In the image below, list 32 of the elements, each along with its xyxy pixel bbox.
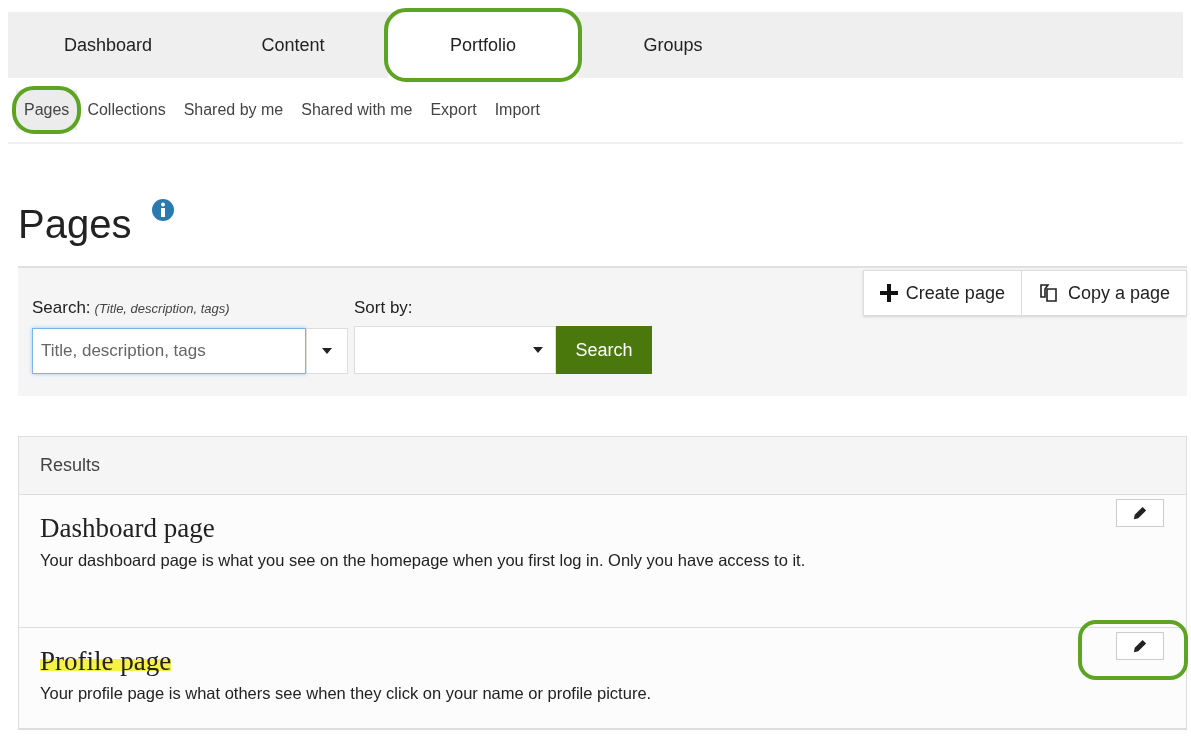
plus-icon xyxy=(879,284,898,302)
sort-label: Sort by: xyxy=(354,296,414,319)
search-hint: (Title, description, tags) xyxy=(94,299,230,318)
nav-tab[interactable]: Groups xyxy=(578,12,768,78)
search-label: Search: xyxy=(32,296,91,319)
result-title: Dashboard page xyxy=(40,512,215,545)
nav-tab[interactable]: Content xyxy=(198,12,388,78)
page-title: Pages xyxy=(18,204,132,244)
edit-button[interactable] xyxy=(1116,499,1164,527)
results-header: Results xyxy=(19,437,1186,495)
sub-nav-tab[interactable]: Collections xyxy=(79,90,174,130)
nav-tab[interactable]: Dashboard xyxy=(18,12,198,78)
dropdown-toggle[interactable] xyxy=(306,328,348,374)
sub-nav-tab[interactable]: Export xyxy=(422,90,485,130)
create-page-button[interactable]: Create page xyxy=(863,271,1021,315)
copy-page-button[interactable]: Copy a page xyxy=(1020,271,1186,315)
copy-icon xyxy=(1037,282,1060,304)
result-description: Your dashboard page is what you see on the homepage when you first log in. Only you have access to it. xyxy=(40,550,807,571)
sub-nav-tab[interactable]: Import xyxy=(486,90,548,130)
nav-tab[interactable]: Portfolio xyxy=(388,12,578,78)
sub-nav-tab[interactable]: Shared by me xyxy=(175,90,292,130)
pencil-icon xyxy=(1133,506,1147,520)
sub-nav-tab[interactable]: Shared with me xyxy=(293,90,421,130)
caret-icon xyxy=(322,348,332,354)
sub-nav-tab[interactable]: Pages xyxy=(16,90,78,130)
pencil-icon xyxy=(1133,639,1147,653)
result-description: Your profile page is what others see when they click on your name or profile picture. xyxy=(40,683,653,704)
search-field[interactable]: Title, description, tags xyxy=(32,328,306,374)
caret-icon xyxy=(533,347,543,353)
search-button[interactable]: Search xyxy=(556,326,652,374)
info-icon xyxy=(151,198,176,222)
edit-button[interactable] xyxy=(1116,632,1164,660)
